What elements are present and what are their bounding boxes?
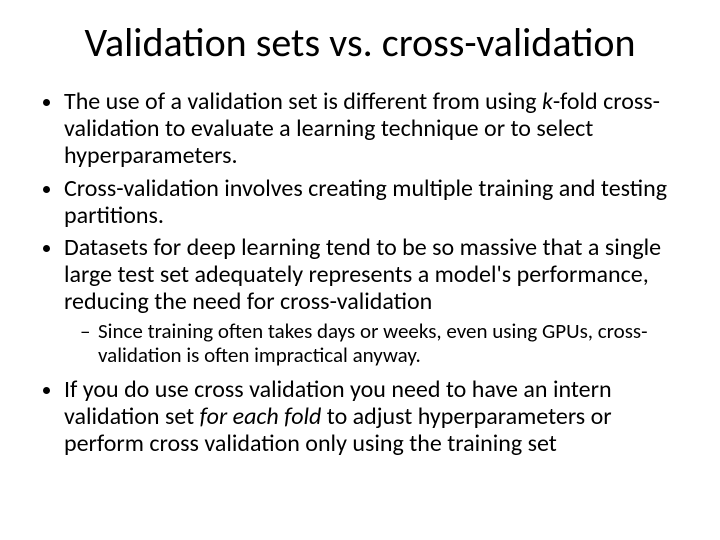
slide-title: Validation sets vs. cross-validation (38, 18, 682, 67)
sub-bullet-list: Since training often takes days or weeks… (64, 320, 682, 367)
sub-bullet-3-1-text: Since training often takes days or weeks… (98, 318, 648, 368)
bullet-1-text-a: The use of a validation set is different… (64, 87, 542, 116)
bullet-3: Datasets for deep learning tend to be so… (64, 235, 682, 367)
bullet-1-k-italic: k (542, 87, 553, 116)
bullet-4-italic: for each fold (200, 402, 322, 431)
bullet-2-text: Cross-validation involves creating multi… (64, 174, 667, 230)
bullet-3-text: Datasets for deep learning tend to be so… (64, 233, 661, 316)
bullet-list: The use of a validation set is different… (38, 89, 682, 458)
bullet-1: The use of a validation set is different… (64, 89, 682, 170)
bullet-2: Cross-validation involves creating multi… (64, 176, 682, 230)
bullet-4: If you do use cross validation you need … (64, 377, 682, 458)
sub-bullet-3-1: Since training often takes days or weeks… (98, 320, 682, 367)
slide: Validation sets vs. cross-validation The… (0, 0, 720, 540)
